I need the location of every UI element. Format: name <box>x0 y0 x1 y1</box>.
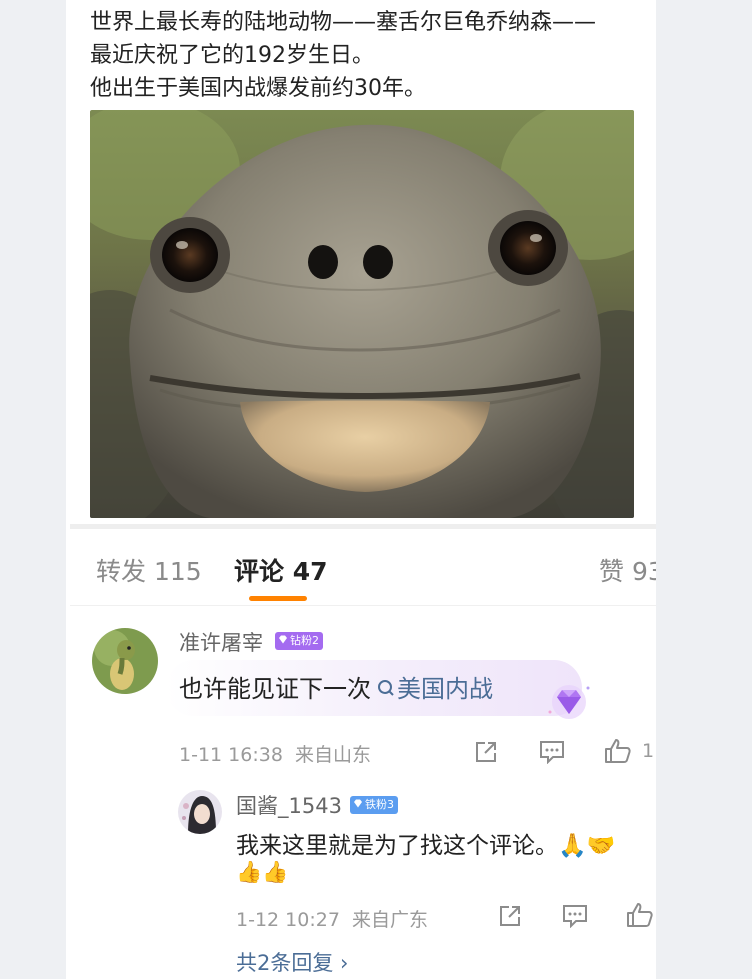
tabs-border <box>70 605 656 606</box>
share-icon[interactable] <box>474 740 498 768</box>
like-count: 1 <box>642 740 655 762</box>
tab-comments[interactable]: 评论 47 <box>234 552 328 588</box>
fan-badge: 铁粉3 <box>350 796 398 814</box>
comment-location: 来自山东 <box>294 744 371 766</box>
post-line: 世界上最长寿的陆地动物——塞舌尔巨龟乔纳森—— <box>90 10 597 35</box>
weibo-post-card: 世界上最长寿的陆地动物——塞舌尔巨龟乔纳森—— 最近庆祝了它的192岁生日。 他… <box>66 0 656 979</box>
comment-time: 1-11 16:38 <box>179 744 283 766</box>
comment-meta: 1-11 16:38 来自山东 <box>179 740 371 767</box>
reply-location: 来自广东 <box>351 909 428 931</box>
tab-repost[interactable]: 转发 115 <box>96 552 202 588</box>
comment-username[interactable]: 准许屠宰 <box>179 627 263 657</box>
post-tabs: 转发 115 评论 47 赞 93 <box>66 540 656 604</box>
badge-label: 铁粉3 <box>365 798 394 811</box>
fan-badge: 钻粉2 <box>275 632 323 650</box>
reply-text-line: 我来这里就是为了找这个评论。🙏🤝 <box>236 833 616 859</box>
section-divider <box>70 524 656 529</box>
like-icon[interactable] <box>626 902 654 932</box>
comment-text: 也许能见证下一次 美国内战 <box>179 669 493 704</box>
badge-label: 钻粉2 <box>290 634 319 647</box>
reply-avatar[interactable] <box>178 790 222 834</box>
search-icon <box>377 676 395 704</box>
diamond-gem-icon <box>544 682 594 726</box>
comment-body: 也许能见证下一次 <box>179 675 371 703</box>
post-line: 最近庆祝了它的192岁生日。 <box>90 43 374 68</box>
comment-icon[interactable] <box>562 904 588 932</box>
like-icon[interactable] <box>604 738 632 768</box>
reply-username[interactable]: 国酱_1543 <box>236 790 342 820</box>
view-replies-link[interactable]: 共2条回复 › <box>236 947 348 977</box>
post-text: 世界上最长寿的陆地动物——塞舌尔巨龟乔纳森—— 最近庆祝了它的192岁生日。 他… <box>90 6 650 105</box>
tab-likes[interactable]: 赞 93 <box>599 552 656 588</box>
topic-link[interactable]: 美国内战 <box>371 675 493 703</box>
diamond-icon <box>278 632 288 650</box>
share-icon[interactable] <box>498 904 522 932</box>
avatar[interactable] <box>92 628 158 694</box>
topic-link-label: 美国内战 <box>397 675 493 703</box>
reply-meta: 1-12 10:27 来自广东 <box>236 905 428 932</box>
reply-time: 1-12 10:27 <box>236 909 340 931</box>
active-tab-indicator <box>249 596 307 601</box>
comment-icon[interactable] <box>539 740 565 768</box>
post-line: 他出生于美国内战爆发前约30年。 <box>90 76 426 101</box>
diamond-icon <box>353 796 363 814</box>
tortoise-photo[interactable] <box>90 110 634 518</box>
reply-text-line: 👍👍 <box>236 860 289 884</box>
